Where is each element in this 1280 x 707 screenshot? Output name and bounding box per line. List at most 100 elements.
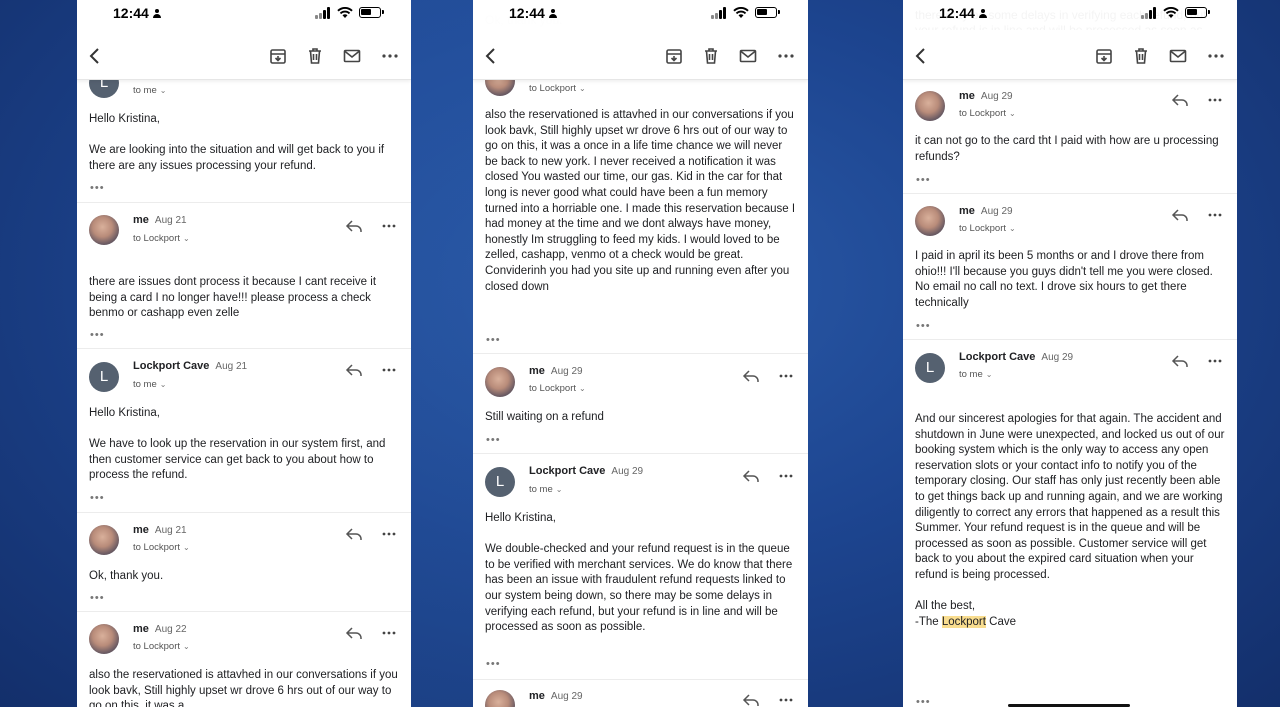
status-bar: 12:44 bbox=[77, 0, 411, 30]
recipient-line[interactable]: to me ⌄ bbox=[959, 369, 992, 380]
email-message[interactable]: L to me ⌄ Hello Kristina, We are looking … bbox=[77, 68, 411, 203]
reply-icon[interactable] bbox=[1171, 93, 1189, 107]
show-trimmed-content-icon[interactable]: ••• bbox=[90, 593, 105, 604]
status-time: 12:44 bbox=[113, 5, 161, 21]
reply-icon[interactable] bbox=[345, 363, 363, 377]
email-message[interactable]: me Aug 21 to Lockport ⌄ there are issues d… bbox=[77, 203, 411, 349]
show-trimmed-content-icon[interactable]: ••• bbox=[90, 493, 105, 504]
person-icon bbox=[978, 9, 987, 18]
more-icon[interactable] bbox=[1206, 46, 1226, 66]
delete-icon[interactable] bbox=[701, 46, 721, 66]
more-icon[interactable] bbox=[1207, 354, 1223, 368]
delete-icon[interactable] bbox=[1131, 46, 1151, 66]
message-date: Aug 21 bbox=[154, 525, 187, 536]
chevron-down-icon: ⌄ bbox=[985, 370, 993, 379]
more-icon[interactable] bbox=[1207, 208, 1223, 222]
email-message[interactable]: me Aug 29 to Lockport ⌄ it can not go to t… bbox=[903, 80, 1237, 194]
message-date: Aug 21 bbox=[154, 215, 187, 226]
mail-icon[interactable] bbox=[1168, 46, 1188, 66]
email-message[interactable]: L Lockport Cave Aug 29 to me ⌄ Hello Krist… bbox=[473, 454, 808, 680]
person-icon bbox=[152, 9, 161, 18]
avatar bbox=[485, 367, 515, 397]
show-trimmed-content-icon[interactable]: ••• bbox=[486, 335, 501, 346]
reply-icon[interactable] bbox=[345, 527, 363, 541]
reply-icon[interactable] bbox=[742, 469, 760, 483]
more-icon[interactable] bbox=[778, 469, 794, 483]
email-message[interactable]: me Aug 22 to Lockport ⌄ also the reservati… bbox=[77, 612, 411, 707]
message-date: Aug 29 bbox=[1041, 352, 1074, 363]
show-trimmed-content-icon[interactable]: ••• bbox=[90, 330, 105, 341]
reply-icon[interactable] bbox=[742, 693, 760, 707]
status-time: 12:44 bbox=[509, 5, 557, 21]
chevron-down-icon: ⌄ bbox=[183, 234, 190, 243]
back-arrow-icon[interactable] bbox=[481, 46, 501, 66]
email-message[interactable]: me Aug 29 bbox=[473, 680, 808, 707]
show-trimmed-content-icon[interactable]: ••• bbox=[90, 183, 105, 194]
sender-name: Lockport Cave Aug 29 bbox=[959, 351, 1074, 363]
avatar bbox=[915, 206, 945, 236]
person-icon bbox=[548, 9, 557, 18]
recipient-line[interactable]: to me ⌄ bbox=[133, 85, 166, 96]
sender-name: Lockport Cave Aug 21 bbox=[133, 360, 248, 372]
message-date: Aug 29 bbox=[550, 366, 583, 377]
email-message[interactable]: to Lockport ⌄ also the reservationed is a… bbox=[473, 66, 808, 354]
recipient-line[interactable]: to Lockport ⌄ bbox=[959, 108, 1016, 119]
back-arrow-icon[interactable] bbox=[911, 46, 931, 66]
status-bar: 12:44 bbox=[473, 0, 808, 30]
archive-icon[interactable] bbox=[664, 46, 684, 66]
recipient-line[interactable]: to Lockport ⌄ bbox=[529, 83, 586, 94]
more-icon[interactable] bbox=[381, 219, 397, 233]
back-arrow-icon[interactable] bbox=[85, 46, 105, 66]
recipient-line[interactable]: to Lockport ⌄ bbox=[529, 383, 586, 394]
message-body: Hello Kristina, We have to look up the r… bbox=[89, 407, 386, 482]
mail-icon[interactable] bbox=[342, 46, 362, 66]
email-message[interactable]: me Aug 29 to Lockport ⌄ Still waiting on a… bbox=[473, 354, 808, 454]
more-icon[interactable] bbox=[778, 693, 794, 707]
show-trimmed-content-icon[interactable]: ••• bbox=[916, 697, 931, 707]
message-body: it can not go to the card tht I paid wit… bbox=[915, 135, 1219, 163]
phone-screenshot-1: 12:44 Lockport Cave Aug 21 L to me⌄ Hell… bbox=[77, 0, 411, 707]
chevron-down-icon: ⌄ bbox=[579, 384, 586, 393]
chevron-down-icon: ⌄ bbox=[183, 543, 190, 552]
mail-icon[interactable] bbox=[738, 46, 758, 66]
message-date: Aug 29 bbox=[980, 91, 1013, 102]
show-trimmed-content-icon[interactable]: ••• bbox=[486, 659, 501, 670]
reply-icon[interactable] bbox=[1171, 208, 1189, 222]
status-time: 12:44 bbox=[939, 5, 987, 21]
email-message[interactable]: L Lockport Cave Aug 21 to me ⌄ Hello Krist… bbox=[77, 349, 411, 513]
more-icon[interactable] bbox=[380, 46, 400, 66]
archive-icon[interactable] bbox=[1094, 46, 1114, 66]
recipient-line[interactable]: to me ⌄ bbox=[529, 484, 562, 495]
recipient-line[interactable]: to Lockport ⌄ bbox=[133, 641, 190, 652]
show-trimmed-content-icon[interactable]: ••• bbox=[486, 435, 501, 446]
message-body: Ok, thank you. bbox=[89, 570, 164, 582]
more-icon[interactable] bbox=[778, 369, 794, 383]
email-message[interactable]: me Aug 21 to Lockport ⌄ Ok, thank you. ••• bbox=[77, 513, 411, 612]
avatar bbox=[89, 624, 119, 654]
reply-icon[interactable] bbox=[345, 626, 363, 640]
delete-icon[interactable] bbox=[305, 46, 325, 66]
recipient-line[interactable]: to me ⌄ bbox=[133, 379, 166, 390]
chevron-down-icon: ⌄ bbox=[159, 380, 167, 389]
more-icon[interactable] bbox=[381, 363, 397, 377]
reply-icon[interactable] bbox=[742, 369, 760, 383]
recipient-line[interactable]: to Lockport ⌄ bbox=[133, 233, 190, 244]
signal-icon bbox=[1141, 7, 1157, 19]
recipient-line[interactable]: to Lockport ⌄ bbox=[959, 223, 1016, 234]
sender-name: me Aug 29 bbox=[529, 690, 583, 702]
more-icon[interactable] bbox=[1207, 93, 1223, 107]
more-icon[interactable] bbox=[381, 527, 397, 541]
reply-icon[interactable] bbox=[345, 219, 363, 233]
chevron-down-icon: ⌄ bbox=[159, 86, 167, 95]
more-icon[interactable] bbox=[776, 46, 796, 66]
email-message[interactable]: me Aug 29 to Lockport ⌄ I paid in april it… bbox=[903, 194, 1237, 340]
message-body: Still waiting on a refund bbox=[485, 411, 604, 423]
show-trimmed-content-icon[interactable]: ••• bbox=[916, 321, 931, 332]
sender-name: Lockport Cave Aug 29 bbox=[529, 465, 644, 477]
reply-icon[interactable] bbox=[1171, 354, 1189, 368]
archive-icon[interactable] bbox=[268, 46, 288, 66]
more-icon[interactable] bbox=[381, 626, 397, 640]
show-trimmed-content-icon[interactable]: ••• bbox=[916, 175, 931, 186]
email-message[interactable]: L Lockport Cave Aug 29 to me ⌄ And our sin… bbox=[903, 340, 1237, 707]
recipient-line[interactable]: to Lockport ⌄ bbox=[133, 542, 190, 553]
